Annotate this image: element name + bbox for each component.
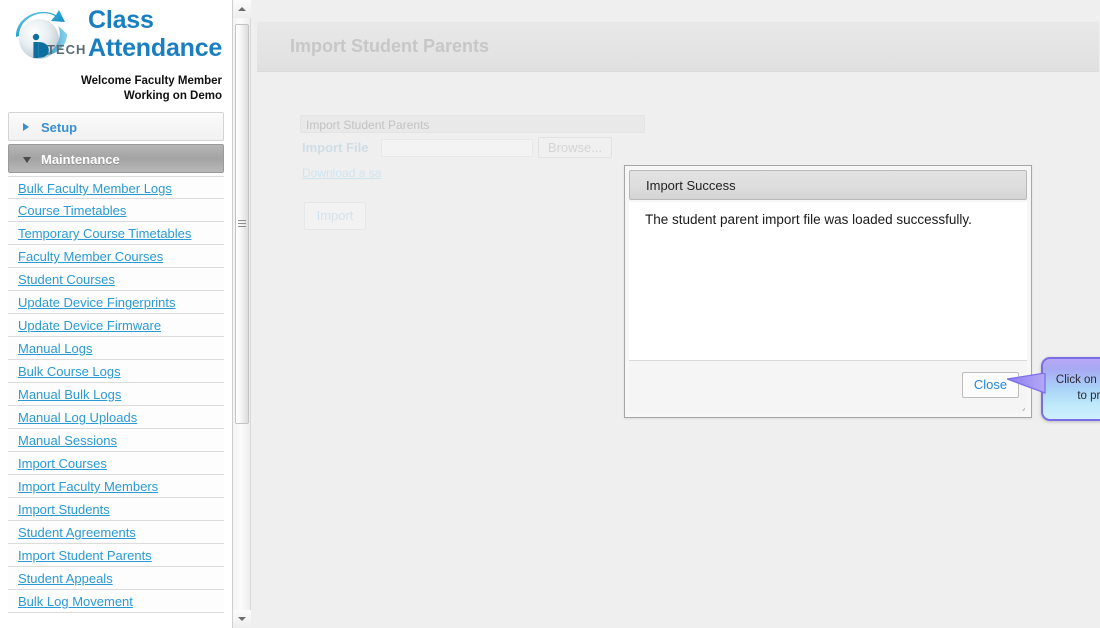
dialog-titlebar[interactable]: Import Success [629, 170, 1027, 200]
sidebar-menu-item-label[interactable]: Manual Bulk Logs [18, 387, 121, 402]
main-content: Import Student Parents Import Student Pa… [252, 0, 1100, 628]
sidebar-menu-list: Bulk Faculty Member Logs Course Timetable… [0, 176, 232, 613]
sidebar-menu-item[interactable]: Bulk Faculty Member Logs [8, 176, 224, 199]
sidebar-menu-item-label[interactable]: Import Students [18, 502, 110, 517]
svg-text:TECH: TECH [47, 42, 86, 57]
sidebar-menu-item-label[interactable]: Manual Log Uploads [18, 410, 137, 425]
form-panel-title: Import Student Parents [300, 115, 645, 133]
chevron-right-icon [23, 122, 29, 131]
dialog-title: Import Success [646, 178, 736, 193]
sidebar-menu-item-label[interactable]: Manual Sessions [18, 433, 117, 448]
import-success-dialog: Import Success The student parent import… [624, 165, 1032, 418]
import-file-input[interactable] [381, 139, 533, 157]
ip-tech-globe-logo-icon: TECH [11, 6, 89, 64]
callout-line-1: Click on this button [1055, 374, 1100, 386]
sidebar-menu-item-label[interactable]: Import Student Parents [18, 548, 152, 563]
sidebar-menu-item[interactable]: Course Timetables [8, 199, 224, 222]
import-form: Import Student Parents Import File Brows… [300, 115, 720, 230]
sidebar-menu-item[interactable]: Manual Sessions [8, 429, 224, 452]
sidebar-menu-item-label[interactable]: Manual Logs [18, 341, 92, 356]
sidebar-menu-item-label[interactable]: Student Appeals [18, 571, 113, 586]
scroll-up-arrow-icon [238, 7, 246, 11]
sidebar-menu-item[interactable]: Import Students [8, 498, 224, 521]
sidebar-menu-item[interactable]: Student Agreements [8, 521, 224, 544]
sidebar-menu-item-label[interactable]: Import Courses [18, 456, 107, 471]
sidebar-menu-item[interactable]: Faculty Member Courses [8, 245, 224, 268]
sidebar-menu-item-label[interactable]: Bulk Faculty Member Logs [18, 181, 172, 196]
scrollbar-thumb[interactable] [235, 24, 249, 424]
sidebar-menu-item[interactable]: Bulk Course Logs [8, 360, 224, 383]
scroll-down-arrow-icon [238, 617, 246, 621]
sidebar-menu-item[interactable]: Bulk Log Movement [8, 590, 224, 613]
sidebar-menu-item[interactable]: Student Appeals [8, 567, 224, 590]
sidebar-menu-item[interactable]: Import Courses [8, 452, 224, 475]
sidebar-menu-item-label[interactable]: Student Agreements [18, 525, 136, 540]
sidebar-menu-item[interactable]: Update Device Firmware [8, 314, 224, 337]
dialog-footer: Close [629, 361, 1027, 413]
sidebar-section-setup-label: Setup [41, 120, 78, 135]
sidebar-menu-item-label[interactable]: Student Courses [18, 272, 115, 287]
sidebar-section-maintenance-label: Maintenance [41, 152, 120, 167]
import-file-row: Import File Browse... [300, 137, 720, 159]
sidebar-menu-item[interactable]: Manual Bulk Logs [8, 383, 224, 406]
sidebar-menu-item-label[interactable]: Faculty Member Courses [18, 249, 163, 264]
welcome-message: Welcome Faculty Member Working on Demo [81, 74, 222, 104]
import-file-label: Import File [302, 140, 369, 155]
sidebar-menu-item-label[interactable]: Import Faculty Members [18, 479, 158, 494]
app-title: Class Attendance [88, 6, 224, 62]
sidebar-section-maintenance[interactable]: Maintenance [8, 144, 224, 173]
welcome-line-1: Welcome Faculty Member [80, 75, 222, 87]
brand-header: TECH Class Attendance Welcome Faculty Me… [0, 0, 232, 112]
sidebar-menu-item[interactable]: Import Student Parents [8, 544, 224, 567]
page-title: Import Student Parents [290, 36, 490, 56]
sidebar-menu-item[interactable]: Student Courses [8, 268, 224, 291]
browse-button[interactable]: Browse... [538, 137, 612, 158]
download-sample-link[interactable]: Download a sa [302, 166, 381, 180]
callout-pointer-icon [1004, 372, 1047, 395]
sidebar-menu-item-label[interactable]: Bulk Log Movement [18, 594, 133, 609]
sidebar-scrollbar[interactable] [233, 0, 251, 628]
sidebar-menu-item[interactable]: Manual Log Uploads [8, 406, 224, 429]
sidebar-menu-item[interactable]: Import Faculty Members [8, 475, 224, 498]
dialog-body: The student parent import file was loade… [629, 202, 1027, 361]
app-title-line1: Class [88, 6, 154, 34]
sidebar-menu-item[interactable]: Temporary Course Timetables [8, 222, 224, 245]
callout-text: Click on this button to proceed [1043, 372, 1100, 404]
app-title-line2: Attendance [88, 34, 223, 62]
sidebar-menu-item-label[interactable]: Update Device Firmware [18, 318, 161, 333]
sidebar-menu-item-label[interactable]: Update Device Fingerprints [18, 295, 176, 310]
sidebar-menu-item-label[interactable]: Bulk Course Logs [18, 364, 121, 379]
callout-line-2: to proceed [1077, 390, 1100, 402]
sidebar-menu-item-label[interactable]: Temporary Course Timetables [18, 226, 191, 241]
scrollbar-grip-icon [238, 220, 246, 229]
application-window: TECH Class Attendance Welcome Faculty Me… [0, 0, 1100, 628]
import-button[interactable]: Import [304, 202, 366, 230]
sidebar-menu-item-label[interactable]: Course Timetables [18, 203, 126, 218]
sidebar-menu-item[interactable]: Manual Logs [8, 337, 224, 360]
page-header-bar: Import Student Parents [257, 22, 1099, 72]
dialog-message: The student parent import file was loade… [645, 212, 972, 227]
scrollbar-up-button[interactable] [233, 0, 251, 18]
scrollbar-down-button[interactable] [233, 610, 251, 628]
chevron-down-icon [23, 156, 31, 163]
sidebar: TECH Class Attendance Welcome Faculty Me… [0, 0, 233, 628]
resize-grip-icon[interactable] [1011, 397, 1025, 411]
sidebar-section-setup[interactable]: Setup [8, 112, 224, 141]
instruction-callout: Click on this button to proceed [1004, 357, 1100, 421]
welcome-line-2: Working on Demo [123, 90, 222, 102]
sidebar-menu-item[interactable]: Update Device Fingerprints [8, 291, 224, 314]
